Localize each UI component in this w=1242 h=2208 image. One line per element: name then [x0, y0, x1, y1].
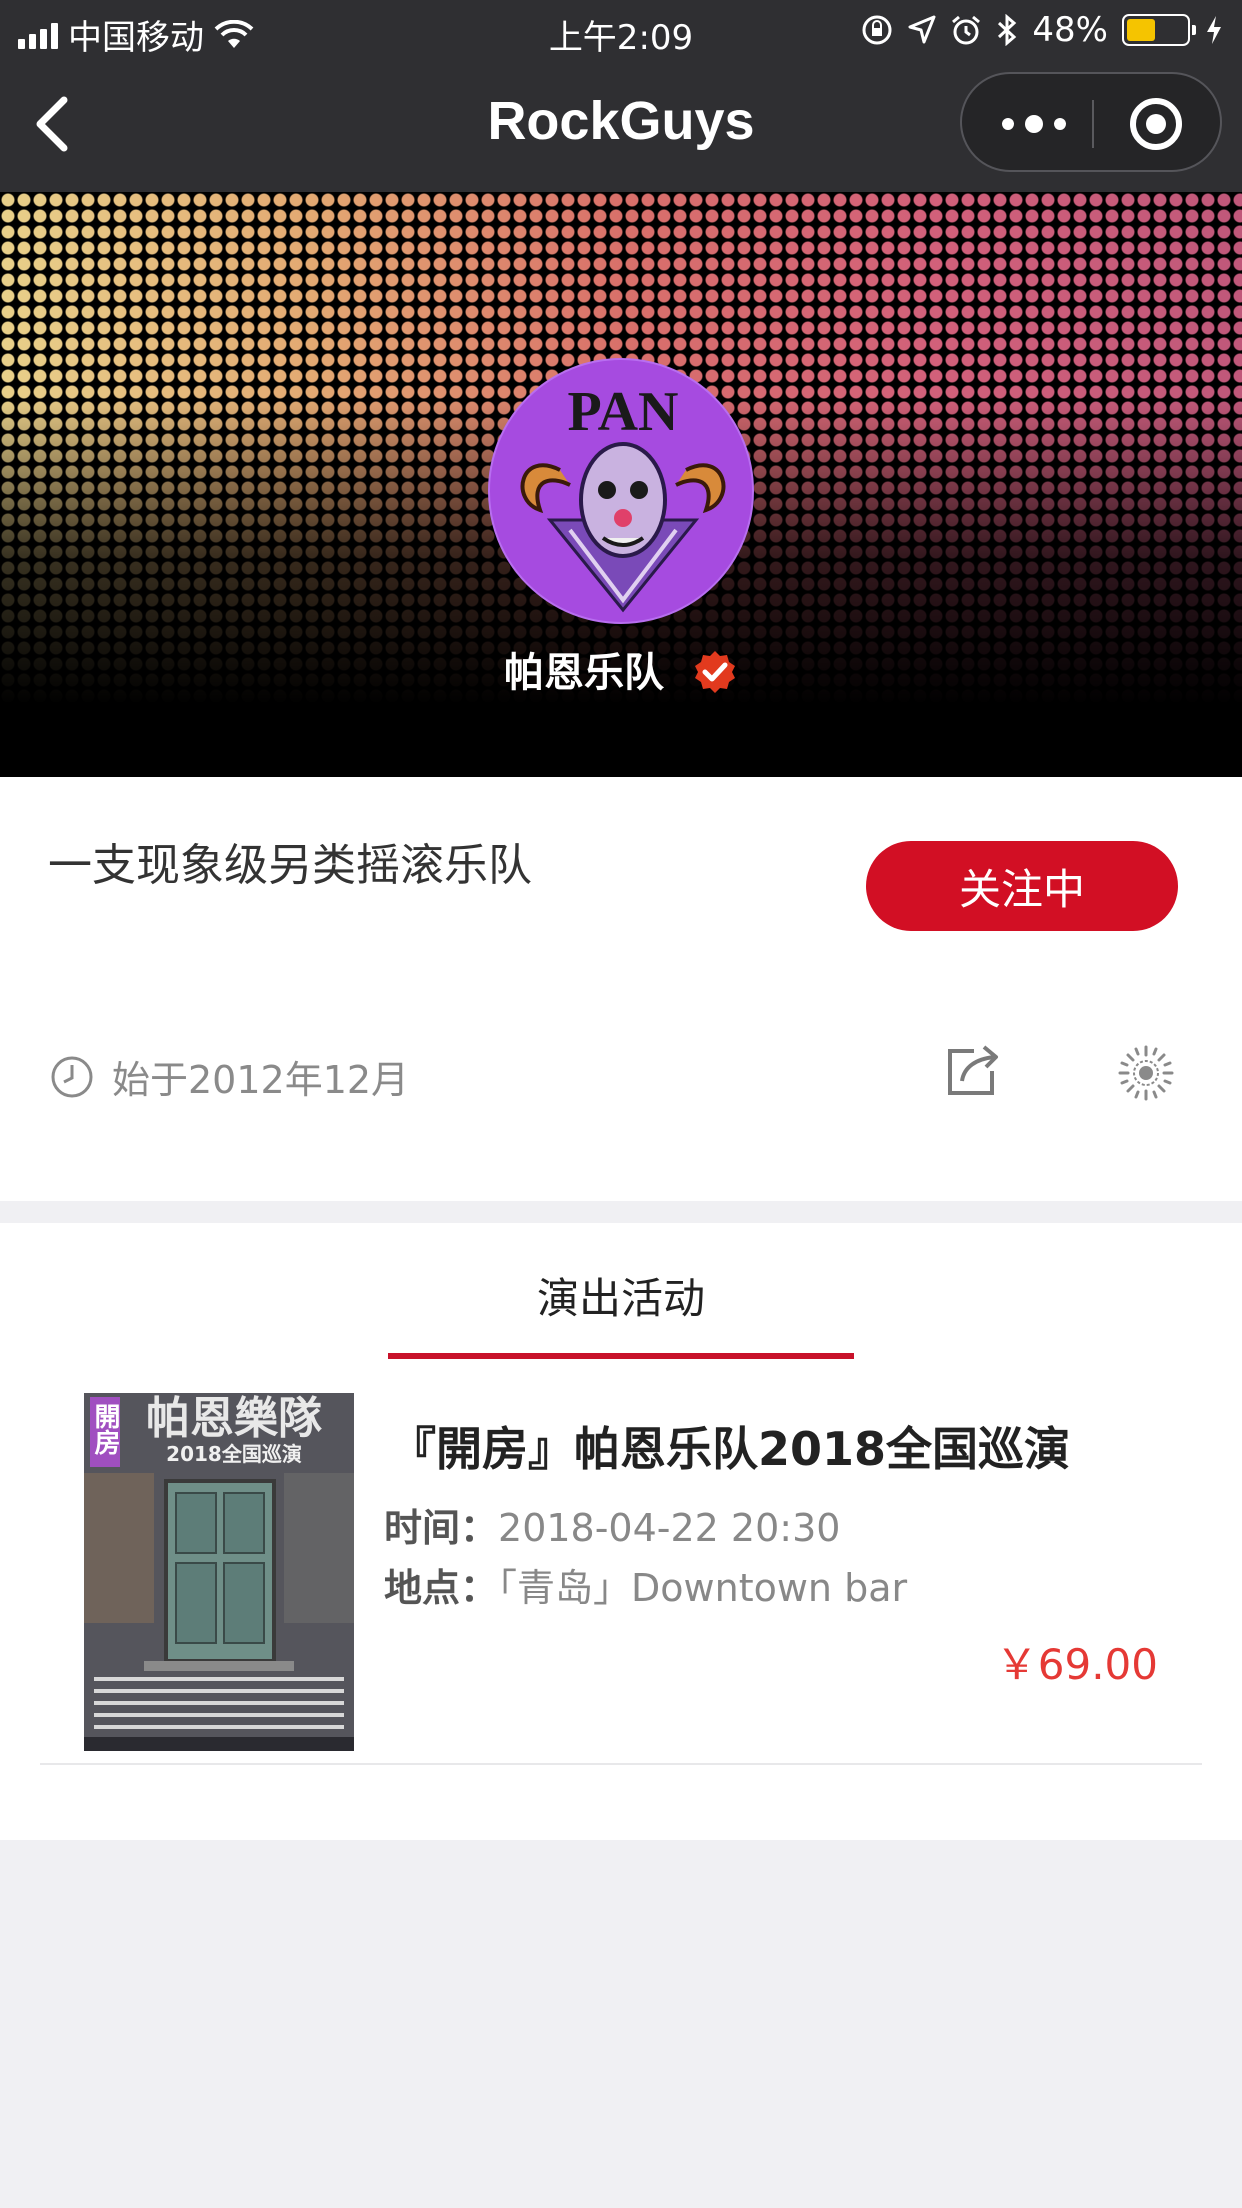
clock-icon: [51, 1056, 93, 1097]
location-icon: [908, 15, 936, 44]
event-place-row: 地点：「青岛」Downtown bar: [384, 1557, 907, 1612]
bluetooth-icon: [998, 14, 1017, 46]
event-poster: 開房 帕恩樂隊 2018全国巡演: [84, 1393, 354, 1751]
poster-subtitle: 2018全国巡演: [166, 1442, 302, 1466]
tab-active-indicator: [388, 1353, 854, 1359]
miniprogram-capsule: [960, 72, 1222, 172]
status-right: 48%: [860, 10, 1224, 50]
band-name-row: 帕恩乐队: [0, 640, 1242, 698]
verified-icon: [694, 651, 735, 693]
tab-events[interactable]: 演出活动: [0, 1265, 1242, 1326]
orientation-lock-icon: [862, 15, 892, 45]
share-icon[interactable]: [944, 1043, 1000, 1099]
since-row: 始于2012年12月: [50, 1049, 409, 1104]
capsule-divider: [1092, 100, 1094, 148]
event-title: 『開房』帕恩乐队2018全国巡演: [390, 1422, 1071, 1476]
battery-percent: 48%: [1032, 10, 1108, 50]
band-name: 帕恩乐队: [504, 650, 665, 696]
close-target-icon[interactable]: [1130, 98, 1182, 150]
alarm-icon: [952, 15, 981, 45]
poster-corner-text: 開房: [90, 1403, 120, 1456]
poster-art: 開房 帕恩樂隊 2018全国巡演: [84, 1393, 354, 1751]
logo-text: PAN: [568, 381, 679, 443]
battery-icon: [1122, 14, 1196, 46]
band-tagline: 一支现象级另类摇滚乐队: [48, 840, 532, 891]
poster-title: 帕恩樂隊: [146, 1394, 322, 1443]
qrcode-icon[interactable]: [1116, 1043, 1176, 1103]
event-time-label: 时间：: [384, 1506, 499, 1550]
more-icon[interactable]: [1002, 110, 1066, 138]
event-time-value: 2018-04-22 20:30: [498, 1506, 841, 1550]
charging-icon: [1207, 16, 1221, 44]
profile-card: 一支现象级另类摇滚乐队 关注中 始于2012年12月: [0, 777, 1242, 1201]
since-date: 始于2012年12月: [112, 1058, 410, 1102]
events-section: 演出活动 開房 帕恩樂隊 2018全国巡演 『開房』帕恩乐队2018全国巡演 时…: [0, 1223, 1242, 1840]
event-list-item[interactable]: 開房 帕恩樂隊 2018全国巡演 『開房』帕恩乐队2018全国巡演 时间：201…: [40, 1369, 1202, 1765]
battery-fill: [1127, 19, 1155, 41]
event-place-label: 地点：: [384, 1566, 499, 1610]
event-place-value: 「青岛」Downtown bar: [498, 1566, 908, 1610]
navigation-bar: RockGuys: [0, 62, 1242, 192]
band-logo-art: PAN: [520, 381, 726, 613]
follow-button[interactable]: 关注中: [866, 841, 1178, 931]
status-bar: 中国移动 上午2:09 48%: [0, 0, 1242, 62]
event-time-row: 时间：2018-04-22 20:30: [384, 1497, 840, 1552]
event-price: ￥69.00: [995, 1640, 1158, 1689]
band-avatar[interactable]: PAN: [488, 358, 754, 624]
